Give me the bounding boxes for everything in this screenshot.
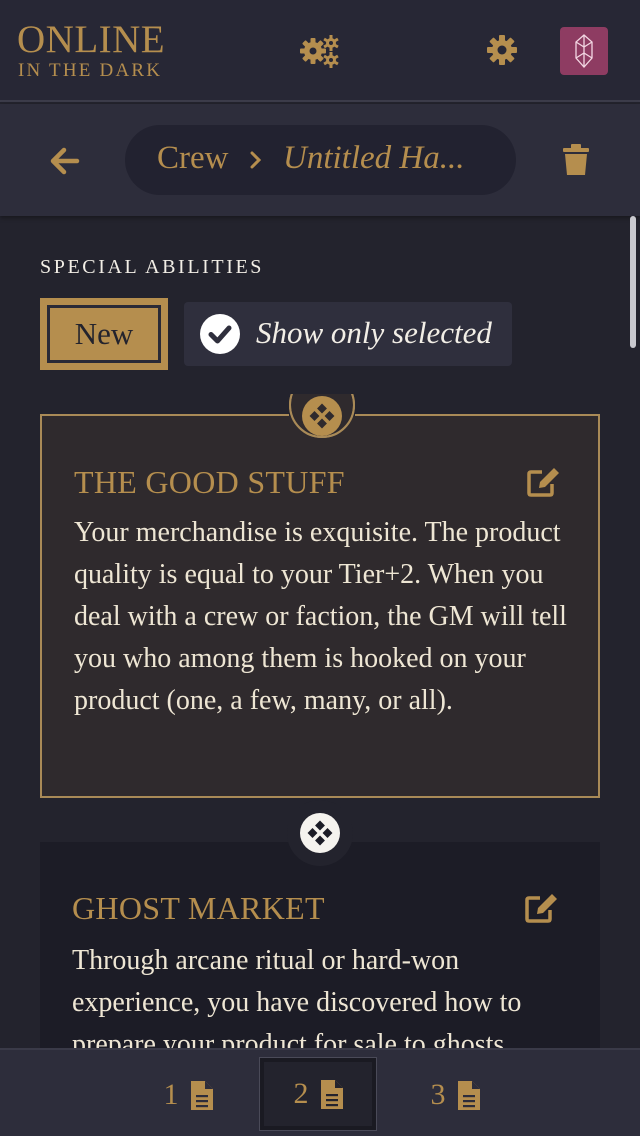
delete-button[interactable] — [563, 144, 589, 176]
ability-card[interactable]: GHOST MARKET Through arcane ritual or ha… — [40, 800, 600, 1048]
edit-icon — [527, 468, 559, 497]
new-ability-button[interactable]: New — [40, 298, 168, 370]
page-tab-2[interactable]: 2 — [259, 1057, 377, 1131]
diamond-cluster-icon[interactable] — [300, 813, 340, 853]
file-icon — [320, 1079, 343, 1109]
file-icon — [457, 1080, 480, 1110]
ability-badge[interactable] — [289, 394, 355, 438]
ability-description: Your merchandise is exquisite. The produ… — [74, 517, 567, 716]
crystal-icon — [575, 34, 593, 68]
page-tab-label: 1 — [163, 1078, 179, 1111]
breadcrumb: Crew Untitled Ha... — [125, 125, 516, 195]
ability-title: THE GOOD STUFF — [74, 464, 345, 500]
scrollbar[interactable] — [630, 216, 636, 348]
page-tabs: 1 2 3 — [0, 1048, 640, 1136]
page-tab-label: 2 — [293, 1077, 309, 1110]
app-logo[interactable]: ONLINE IN THE DARK — [17, 20, 165, 82]
back-button[interactable] — [50, 146, 80, 176]
edit-button[interactable] — [526, 466, 562, 498]
page-tab-label: 3 — [430, 1078, 446, 1111]
file-icon — [190, 1080, 213, 1110]
ability-title: GHOST MARKET — [72, 890, 325, 926]
breadcrumb-crew-link[interactable]: Crew — [157, 140, 228, 177]
gears-icon[interactable] — [300, 34, 340, 68]
toggle-label: Show only selected — [256, 315, 492, 350]
section-title: SPECIAL ABILITIES — [40, 256, 265, 278]
ability-card[interactable]: THE GOOD STUFF Your merchandise is exqui… — [40, 394, 600, 798]
edit-icon — [525, 894, 557, 923]
breadcrumb-current[interactable]: Untitled Ha... — [283, 140, 493, 177]
main-content: SPECIAL ABILITIES New Show only selected — [0, 216, 640, 1048]
logo-title: ONLINE — [17, 18, 166, 61]
gear-icon[interactable] — [486, 34, 518, 66]
diamond-cluster-icon — [302, 396, 342, 436]
trash-icon — [563, 144, 589, 175]
ability-description: Through arcane ritual or hard-won experi… — [72, 945, 522, 1048]
nav-bar: Crew Untitled Ha... — [0, 104, 640, 216]
arrow-left-icon — [50, 147, 80, 175]
logo-subtitle: IN THE DARK — [18, 60, 163, 81]
chevron-right-icon — [249, 151, 262, 174]
show-only-selected-toggle[interactable]: Show only selected — [184, 302, 512, 366]
edit-button[interactable] — [524, 892, 560, 924]
new-button-label: New — [47, 305, 161, 363]
check-circle-icon — [200, 314, 240, 354]
avatar[interactable] — [560, 27, 608, 75]
page-tab-1[interactable]: 1 — [150, 1060, 226, 1130]
top-bar: ONLINE IN THE DARK — [0, 0, 640, 102]
page-tab-3[interactable]: 3 — [412, 1060, 498, 1130]
